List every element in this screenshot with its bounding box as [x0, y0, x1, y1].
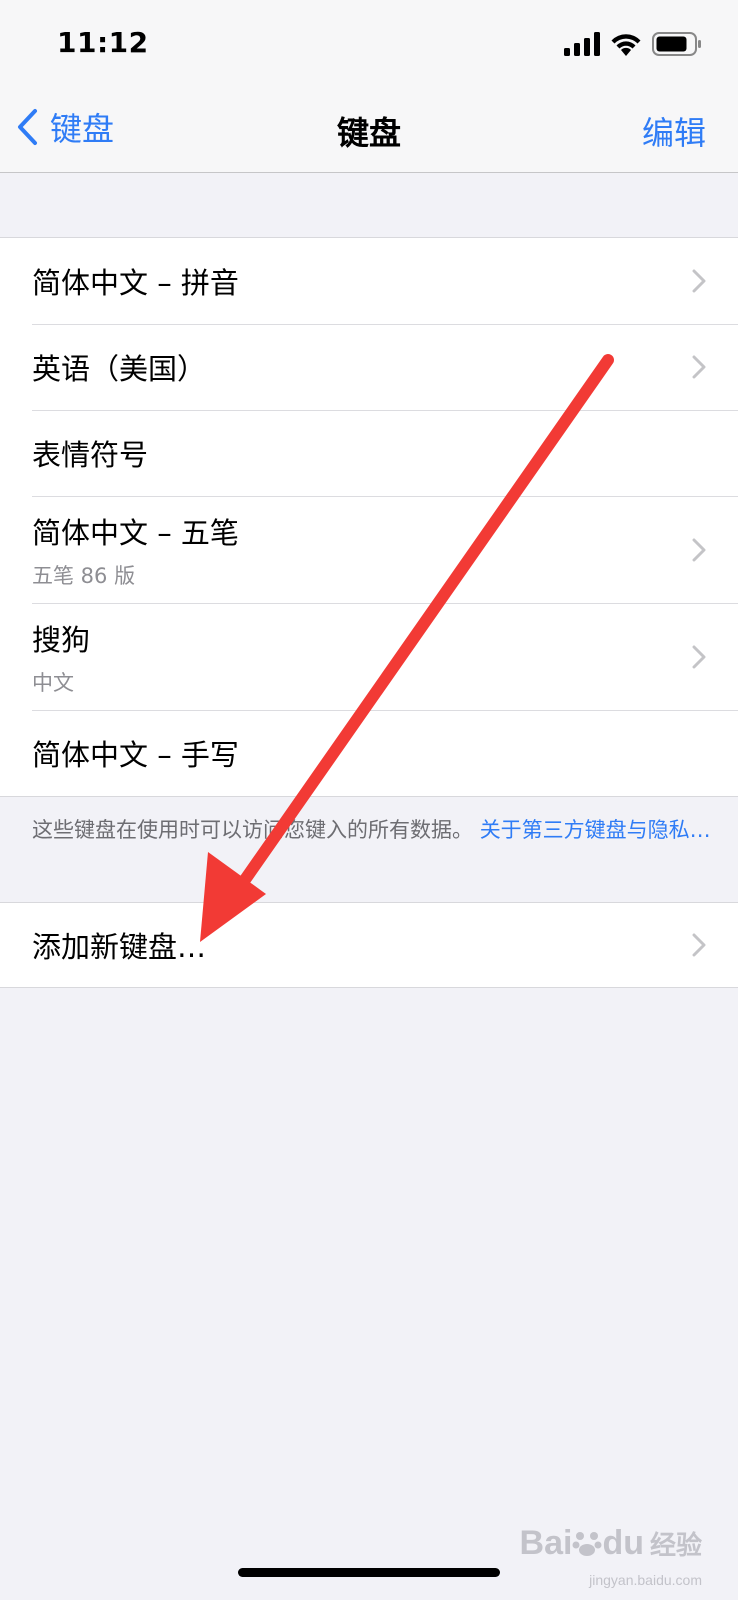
- add-keyboard-group: 添加新键盘…: [0, 902, 738, 988]
- keyboard-row-pinyin[interactable]: 简体中文 – 拼音: [0, 238, 738, 324]
- keyboards-list: 简体中文 – 拼音 英语（美国） 表情符号 简体中文 – 五笔 五笔 86 版 …: [0, 237, 738, 797]
- chevron-right-icon: [692, 933, 706, 957]
- keyboard-row-sogou[interactable]: 搜狗 中文: [0, 603, 738, 710]
- keyboard-label: 简体中文 – 手写: [32, 738, 239, 772]
- keyboard-row-handwriting[interactable]: 简体中文 – 手写: [0, 710, 738, 796]
- navigation-bar: 键盘 键盘 编辑: [0, 90, 738, 173]
- privacy-footer-note: 这些键盘在使用时可以访问您键入的所有数据。 关于第三方键盘与隐私…: [32, 816, 712, 845]
- status-time: 11:12: [57, 26, 149, 59]
- keyboard-row-wubi[interactable]: 简体中文 – 五笔 五笔 86 版: [0, 496, 738, 603]
- watermark-brand: Bai du: [519, 1524, 644, 1562]
- page-title: 键盘: [336, 114, 401, 152]
- watermark-cn: 经验: [649, 1531, 702, 1561]
- cellular-signal-icon: [564, 32, 600, 60]
- keyboard-label: 简体中文 – 拼音: [32, 266, 239, 300]
- watermark-url: jingyan.baidu.com: [589, 1572, 702, 1588]
- wifi-icon: [610, 32, 642, 60]
- battery-icon: [652, 32, 702, 60]
- keyboard-label: 表情符号: [32, 438, 149, 472]
- add-keyboard-label: 添加新键盘…: [32, 930, 207, 964]
- chevron-right-icon: [692, 538, 706, 561]
- keyboard-label: 英语（美国）: [32, 352, 207, 386]
- keyboard-label: 搜狗: [32, 622, 91, 657]
- edit-button[interactable]: 编辑: [642, 108, 706, 154]
- privacy-link[interactable]: 关于第三方键盘与隐私…: [480, 818, 711, 842]
- status-bar: 11:12: [0, 0, 738, 90]
- keyboard-row-english[interactable]: 英语（美国）: [0, 324, 738, 410]
- add-keyboard-button[interactable]: 添加新键盘…: [0, 903, 738, 987]
- chevron-right-icon: [692, 355, 706, 379]
- keyboard-label: 简体中文 – 五笔: [32, 515, 239, 550]
- home-indicator[interactable]: [238, 1568, 500, 1577]
- status-icons: [564, 32, 702, 60]
- chevron-right-icon: [692, 269, 706, 293]
- chevron-right-icon: [692, 645, 706, 668]
- keyboard-subtitle: 中文: [32, 670, 74, 695]
- keyboard-row-emoji[interactable]: 表情符号: [0, 410, 738, 496]
- paw-icon: [572, 1532, 602, 1556]
- baidu-watermark: Bai du 经验: [520, 1524, 702, 1563]
- keyboard-subtitle: 五笔 86 版: [32, 563, 136, 588]
- privacy-note-text: 这些键盘在使用时可以访问您键入的所有数据。: [32, 818, 473, 842]
